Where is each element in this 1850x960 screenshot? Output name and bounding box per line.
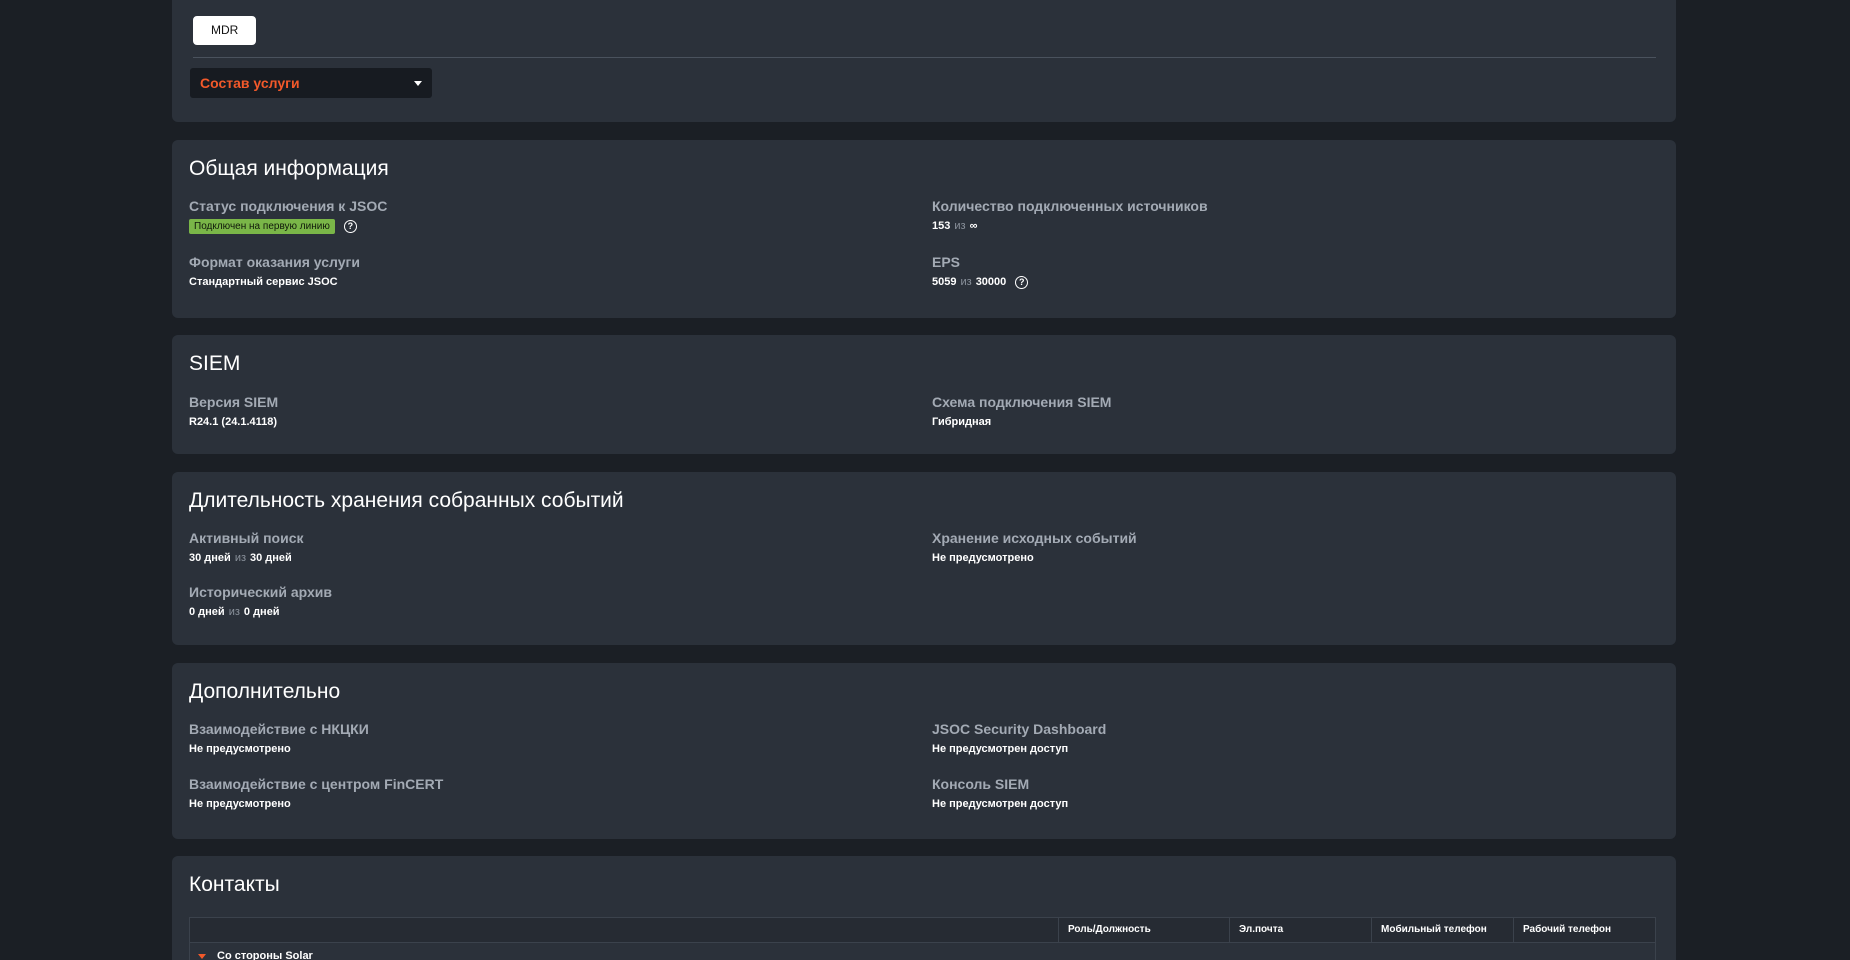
general-info-card: Общая информация Статус подключения к JS… bbox=[172, 140, 1676, 318]
siem-scheme-field: Схема подключения SIEM Гибридная bbox=[932, 393, 1632, 429]
column-header-role[interactable]: Роль/Должность bbox=[1058, 918, 1229, 942]
of-text: из bbox=[228, 606, 240, 618]
contacts-card: Контакты Роль/Должность Эл.почта Мобильн… bbox=[172, 856, 1676, 960]
status-badge: Подключен на первую линию bbox=[189, 219, 335, 234]
active-value: 30 дней bbox=[189, 552, 231, 564]
fincert-value: Не предусмотрено bbox=[189, 798, 291, 810]
dashboard-field: JSOC Security Dashboard Не предусмотрен … bbox=[932, 720, 1632, 756]
card-title: SIEM bbox=[189, 352, 241, 375]
additional-card: Дополнительно Взаимодействие с НКЦКИ Не … bbox=[172, 663, 1676, 839]
field-label: Версия SIEM bbox=[189, 394, 279, 410]
field-label: JSOC Security Dashboard bbox=[932, 721, 1107, 737]
sources-value: 153 bbox=[932, 220, 951, 232]
mdr-tab-button[interactable]: MDR bbox=[193, 16, 257, 45]
siem-console-field: Консоль SIEM Не предусмотрен доступ bbox=[932, 775, 1632, 811]
field-label: Хранение исходных событий bbox=[932, 530, 1137, 546]
table-header: Роль/Должность Эл.почта Мобильный телефо… bbox=[190, 918, 1655, 943]
service-selector-card: MDR Состав услуги bbox=[172, 0, 1676, 122]
service-composition-select[interactable]: Состав услуги bbox=[190, 68, 432, 98]
connection-status-field: Статус подключения к JSOC Подключен на п… bbox=[189, 197, 889, 234]
eps-field: EPS 5059 из 30000 ? bbox=[932, 253, 1632, 289]
of-text: из bbox=[234, 552, 247, 564]
active-total: 30 дней bbox=[250, 552, 292, 564]
table-group-row[interactable]: Со стороны Solar bbox=[190, 943, 1655, 960]
archive-field: Исторический архив 0 дней из 0 дней bbox=[189, 583, 889, 619]
infinity-value: ∞ bbox=[969, 220, 978, 232]
card-title: Контакты bbox=[189, 873, 280, 896]
siem-scheme-value: Гибридная bbox=[932, 416, 992, 428]
nkcki-value: Не предусмотрено bbox=[189, 743, 291, 755]
console-value: Не предусмотрен доступ bbox=[932, 798, 1069, 810]
column-header-work-phone[interactable]: Рабочий телефон bbox=[1513, 918, 1655, 942]
dashboard-value: Не предусмотрен доступ bbox=[932, 743, 1069, 755]
help-icon[interactable]: ? bbox=[343, 220, 357, 233]
contacts-table: Роль/Должность Эл.почта Мобильный телефо… bbox=[189, 917, 1656, 960]
siem-version-value: R24.1 (24.1.4118) bbox=[189, 416, 278, 428]
of-text: из bbox=[960, 276, 972, 288]
siem-card: SIEM Версия SIEM R24.1 (24.1.4118) Схема… bbox=[172, 335, 1676, 454]
caret-down-icon[interactable] bbox=[198, 953, 206, 959]
help-icon[interactable]: ? bbox=[1015, 275, 1029, 289]
chevron-down-icon bbox=[414, 80, 422, 86]
of-text: из bbox=[954, 220, 966, 232]
card-title: Длительность хранения собранных событий bbox=[189, 489, 624, 512]
format-value: Стандартный сервис JSOC bbox=[189, 276, 338, 288]
eps-value: 5059 bbox=[932, 276, 957, 288]
sources-count-field: Количество подключенных источников 153 и… bbox=[932, 197, 1632, 233]
siem-version-field: Версия SIEM R24.1 (24.1.4118) bbox=[189, 393, 889, 429]
fincert-field: Взаимодействие с центром FinCERT Не пред… bbox=[189, 775, 889, 811]
column-header-mobile[interactable]: Мобильный телефон bbox=[1371, 918, 1513, 942]
field-label: Схема подключения SIEM bbox=[932, 394, 1112, 410]
field-label: EPS bbox=[932, 254, 961, 270]
raw-events-field: Хранение исходных событий Не предусмотре… bbox=[932, 529, 1632, 565]
field-label: Формат оказания услуги bbox=[189, 254, 360, 270]
service-format-field: Формат оказания услуги Стандартный серви… bbox=[189, 253, 889, 289]
field-label: Исторический архив bbox=[189, 584, 333, 600]
raw-value: Не предусмотрено bbox=[932, 552, 1034, 564]
field-label: Консоль SIEM bbox=[932, 776, 1030, 792]
column-header-email[interactable]: Эл.почта bbox=[1229, 918, 1371, 942]
column-header-name[interactable] bbox=[190, 918, 1058, 942]
field-label: Активный поиск bbox=[189, 530, 304, 546]
retention-card: Длительность хранения собранных событий … bbox=[172, 472, 1676, 645]
divider bbox=[193, 57, 1656, 58]
archive-total: 0 дней bbox=[243, 606, 280, 618]
card-title: Общая информация bbox=[189, 157, 389, 180]
field-label: Взаимодействие с центром FinCERT bbox=[189, 776, 444, 792]
active-search-field: Активный поиск 30 дней из 30 дней bbox=[189, 529, 889, 565]
select-value: Состав услуги bbox=[200, 75, 300, 91]
card-title: Дополнительно bbox=[189, 680, 341, 703]
nkcki-field: Взаимодействие с НКЦКИ Не предусмотрено bbox=[189, 720, 889, 756]
archive-value: 0 дней bbox=[189, 606, 225, 618]
eps-total: 30000 bbox=[975, 276, 1007, 288]
field-label: Статус подключения к JSOC bbox=[189, 198, 388, 214]
group-label: Со стороны Solar bbox=[217, 950, 313, 960]
field-label: Взаимодействие с НКЦКИ bbox=[189, 721, 369, 737]
field-label: Количество подключенных источников bbox=[932, 198, 1208, 214]
